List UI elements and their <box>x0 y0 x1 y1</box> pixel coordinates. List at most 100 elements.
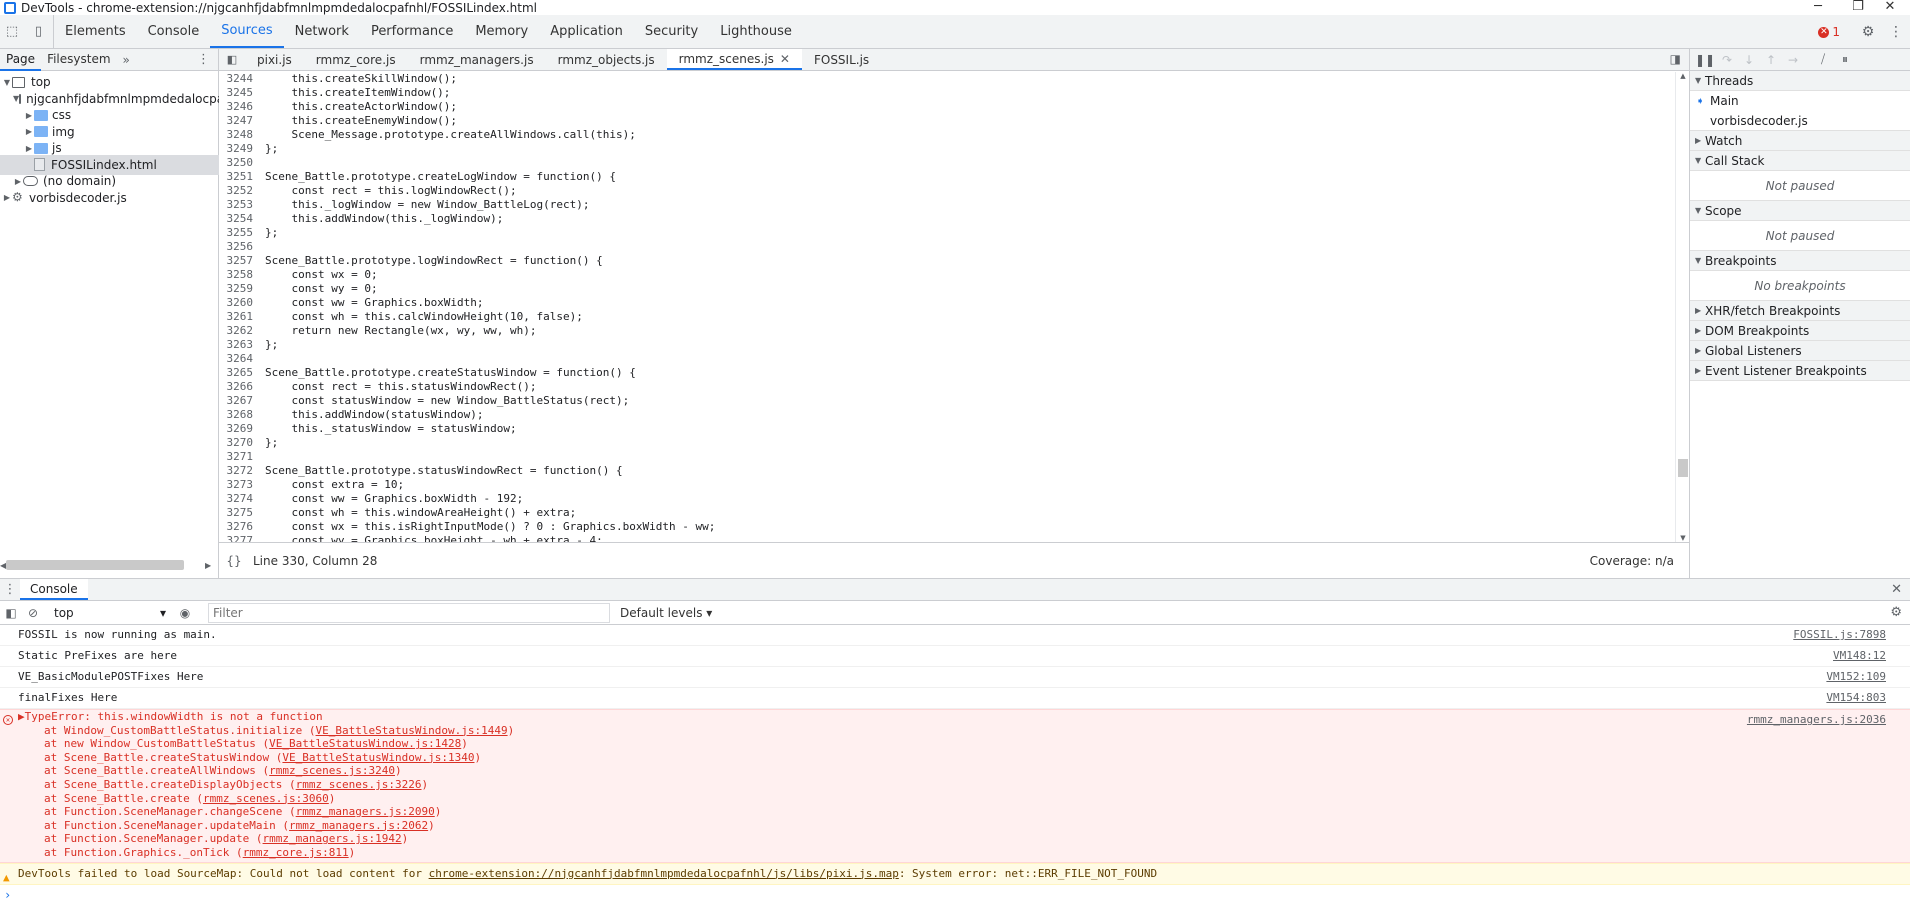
code-line[interactable]: 3250 <box>219 156 1682 170</box>
expand-icon[interactable]: ▶ <box>13 177 23 186</box>
dom-breakpoints-header[interactable]: ▶ DOM Breakpoints <box>1690 321 1910 341</box>
line-number[interactable]: 3274 <box>219 492 257 506</box>
code-line[interactable]: 3255}; <box>219 226 1682 240</box>
stack-frame-link[interactable]: VE_BattleStatusWindow.js:1340 <box>282 751 474 764</box>
code-line[interactable]: 3270}; <box>219 436 1682 450</box>
line-number[interactable]: 3272 <box>219 464 257 478</box>
pretty-print-icon[interactable]: {} <box>219 554 249 568</box>
code-line[interactable]: 3277 const wy = Graphics.boxHeight - wh … <box>219 534 1682 542</box>
line-number[interactable]: 3268 <box>219 408 257 422</box>
stack-frame-link[interactable]: rmmz_managers.js:2090 <box>296 805 435 818</box>
step-icon[interactable]: → <box>1782 53 1804 67</box>
editor-tab[interactable]: rmmz_managers.js <box>408 49 546 70</box>
more-options-icon[interactable]: ⋮ <box>1882 24 1910 40</box>
editor-tab[interactable]: FOSSIL.js <box>802 49 881 70</box>
code-line[interactable]: 3275 const wh = this.windowAreaHeight() … <box>219 506 1682 520</box>
line-number[interactable]: 3250 <box>219 156 257 170</box>
pause-icon[interactable]: ❚❚ <box>1694 53 1716 67</box>
console-settings-gear-icon[interactable]: ⚙ <box>1890 605 1902 620</box>
code-line[interactable]: 3256 <box>219 240 1682 254</box>
main-tab-lighthouse[interactable]: Lighthouse <box>709 15 803 48</box>
breakpoints-header[interactable]: ▼ Breakpoints <box>1690 251 1910 271</box>
code-line[interactable]: 3258 const wx = 0; <box>219 268 1682 282</box>
thread-main[interactable]: ➧ Main <box>1690 91 1910 111</box>
more-tabs-icon[interactable]: » <box>117 53 136 67</box>
drawer-tab-console[interactable]: Console <box>20 579 88 600</box>
navigator-tab-filesystem[interactable]: Filesystem <box>41 49 116 71</box>
settings-gear-icon[interactable]: ⚙ <box>1854 24 1882 40</box>
log-levels-dropdown[interactable]: Default levels ▾ <box>620 606 712 620</box>
sourcemap-link[interactable]: chrome-extension://njgcanhfjdabfmnlmpmde… <box>429 867 899 880</box>
code-line[interactable]: 3251 Scene_Battle.prototype.createLogWind… <box>219 170 1682 184</box>
main-tab-console[interactable]: Console <box>137 15 211 48</box>
main-tab-network[interactable]: Network <box>284 15 360 48</box>
line-number[interactable]: 3253 <box>219 198 257 212</box>
line-number[interactable]: 3249 <box>219 142 257 156</box>
stack-frame-link[interactable]: rmmz_scenes.js:3226 <box>296 778 422 791</box>
line-number[interactable]: 3247 <box>219 114 257 128</box>
scroll-down-icon[interactable]: ▼ <box>1676 534 1690 542</box>
line-number[interactable]: 3257 <box>219 254 257 268</box>
line-number[interactable]: 3255 <box>219 226 257 240</box>
code-line[interactable]: 3266 const rect = this.statusWindowRect(… <box>219 380 1682 394</box>
code-line[interactable]: 3274 const ww = Graphics.boxWidth - 192; <box>219 492 1682 506</box>
scrollbar-thumb[interactable] <box>1678 459 1688 477</box>
code-line[interactable]: 3252 const rect = this.logWindowRect(); <box>219 184 1682 198</box>
code-line[interactable]: 3259 const wy = 0; <box>219 282 1682 296</box>
line-number[interactable]: 3273 <box>219 478 257 492</box>
live-expression-eye-icon[interactable]: ◉ <box>174 606 196 620</box>
code-line[interactable]: 3245 this.createItemWindow(); <box>219 86 1682 100</box>
line-number[interactable]: 3266 <box>219 380 257 394</box>
error-count-badge[interactable]: ✕ 1 <box>1818 25 1840 39</box>
scope-header[interactable]: ▼ Scope <box>1690 201 1910 221</box>
line-number[interactable]: 3259 <box>219 282 257 296</box>
tree-item[interactable]: ▶ ⚙ vorbisdecoder.js <box>0 188 219 208</box>
minimize-icon[interactable]: ─ <box>1798 0 1838 14</box>
code-view[interactable]: 3244 this.createSkillWindow(); 3245 this.… <box>219 72 1682 542</box>
line-number[interactable]: 3261 <box>219 310 257 324</box>
show-sidebar-icon[interactable]: ◧ <box>0 606 22 620</box>
code-line[interactable]: 3269 this._statusWindow = statusWindow; <box>219 422 1682 436</box>
line-number[interactable]: 3263 <box>219 338 257 352</box>
stack-frame-link[interactable]: VE_BattleStatusWindow.js:1428 <box>269 737 461 750</box>
navigator-menu-icon[interactable]: ⋮ <box>197 52 210 67</box>
code-line[interactable]: 3271 <box>219 450 1682 464</box>
navigator-horizontal-scrollbar[interactable] <box>6 560 184 570</box>
console-prompt[interactable]: › <box>0 885 1910 905</box>
main-tab-security[interactable]: Security <box>634 15 709 48</box>
line-number[interactable]: 3276 <box>219 520 257 534</box>
thread-vorbisdecoder[interactable]: vorbisdecoder.js <box>1690 111 1910 131</box>
line-number[interactable]: 3248 <box>219 128 257 142</box>
editor-tab[interactable]: rmmz_objects.js <box>546 49 667 70</box>
main-tab-elements[interactable]: Elements <box>54 15 137 48</box>
line-number[interactable]: 3262 <box>219 324 257 338</box>
editor-vertical-scrollbar[interactable]: ▲ ▼ <box>1675 72 1689 542</box>
stack-frame-link[interactable]: VE_BattleStatusWindow.js:1449 <box>316 724 508 737</box>
main-tab-performance[interactable]: Performance <box>360 15 464 48</box>
line-number[interactable]: 3252 <box>219 184 257 198</box>
console-message-source-link[interactable]: VM148:12 <box>1833 646 1886 666</box>
line-number[interactable]: 3271 <box>219 450 257 464</box>
inspect-element-icon[interactable]: ⬚ <box>0 15 24 48</box>
toggle-debugger-icon[interactable]: ◨ <box>1670 52 1681 66</box>
editor-tab[interactable]: rmmz_scenes.js ✕ <box>666 49 802 70</box>
xhr-breakpoints-header[interactable]: ▶ XHR/fetch Breakpoints <box>1690 301 1910 321</box>
context-selector[interactable]: top ▾ <box>44 606 174 620</box>
watch-header[interactable]: ▶ Watch <box>1690 131 1910 151</box>
code-line[interactable]: 3262 return new Rectangle(wx, wy, ww, wh… <box>219 324 1682 338</box>
main-tab-sources[interactable]: Sources <box>210 15 284 48</box>
console-message-source-link[interactable]: VM154:803 <box>1826 688 1886 708</box>
code-line[interactable]: 3265 Scene_Battle.prototype.createStatusW… <box>219 366 1682 380</box>
code-line[interactable]: 3253 this._logWindow = new Window_Battle… <box>219 198 1682 212</box>
global-listeners-header[interactable]: ▶ Global Listeners <box>1690 341 1910 361</box>
line-number[interactable]: 3267 <box>219 394 257 408</box>
line-number[interactable]: 3270 <box>219 436 257 450</box>
event-listener-breakpoints-header[interactable]: ▶ Event Listener Breakpoints <box>1690 361 1910 381</box>
code-line[interactable]: 3246 this.createActorWindow(); <box>219 100 1682 114</box>
line-number[interactable]: 3258 <box>219 268 257 282</box>
error-header[interactable]: ▶TypeError: this.windowWidth is not a fu… <box>18 710 1910 724</box>
drawer-menu-icon[interactable]: ⋮ <box>0 579 20 600</box>
stack-frame-link[interactable]: rmmz_managers.js:2062 <box>289 819 428 832</box>
pause-on-exceptions-icon[interactable]: ⏸ <box>1834 52 1856 67</box>
code-line[interactable]: 3260 const ww = Graphics.boxWidth; <box>219 296 1682 310</box>
